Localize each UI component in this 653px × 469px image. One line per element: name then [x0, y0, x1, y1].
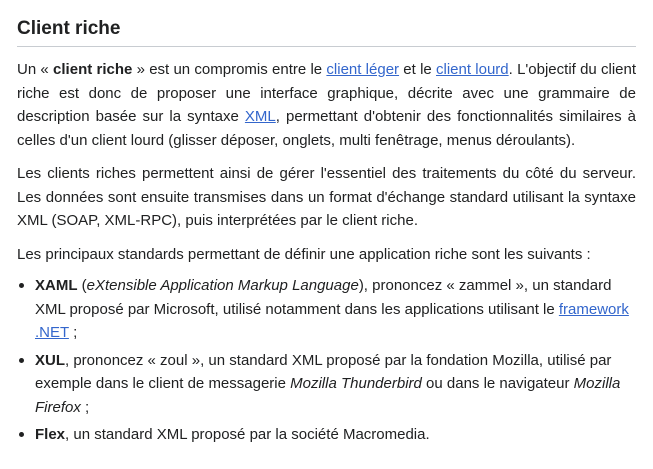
- bold-term: Flex: [35, 426, 66, 443]
- text-run: » est un compromis entre le: [132, 61, 327, 78]
- bold-term: XUL: [35, 351, 65, 369]
- link-xml[interactable]: XML: [245, 108, 276, 125]
- bullet-icon: [19, 283, 24, 288]
- standards-intro-paragraph: Les principaux standards permettant de d…: [17, 245, 591, 263]
- text-run: ;: [80, 398, 90, 416]
- text-run: (: [77, 277, 87, 294]
- bullet-icon: [19, 432, 24, 437]
- section-heading: Client riche: [17, 14, 636, 47]
- italic-term: eXtensible Application Markup Language: [86, 277, 359, 294]
- bold-term: XAML: [35, 277, 78, 294]
- list-item-xul: XUL, prononcez « zoul », un standard XML…: [19, 349, 636, 420]
- bold-term: client riche: [53, 61, 133, 78]
- bullet-icon: [19, 357, 24, 363]
- italic-term: Mozilla Thunderbird: [290, 375, 422, 392]
- text-run: , un standard XML proposé par la société…: [65, 426, 430, 443]
- standards-list: XAML (eXtensible Application Markup Lang…: [17, 274, 636, 447]
- link-client-lourd[interactable]: client lourd: [436, 61, 509, 78]
- text-run: ;: [68, 324, 78, 341]
- text-run: et le: [399, 61, 437, 78]
- list-item-xaml: XAML (eXtensible Application Markup Lang…: [19, 274, 636, 345]
- intro-paragraph: Un « client riche » est un compromis ent…: [17, 58, 636, 152]
- server-paragraph: Les clients riches permettent ainsi de g…: [17, 165, 636, 229]
- article-section: Client riche Un « client riche » est un …: [0, 0, 653, 469]
- link-client-leger[interactable]: client léger: [326, 61, 399, 78]
- list-item-flex: Flex, un standard XML proposé par la soc…: [19, 423, 636, 447]
- text-run: Un «: [17, 61, 54, 78]
- text-run: ou dans le navigateur: [421, 375, 574, 392]
